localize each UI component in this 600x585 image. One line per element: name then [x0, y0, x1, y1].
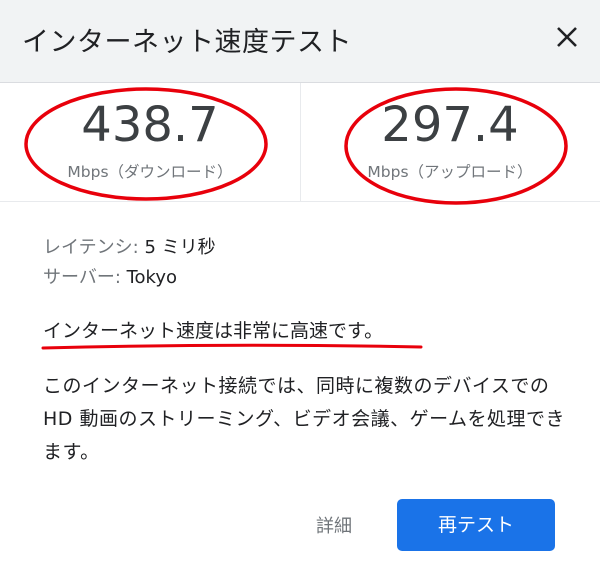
- details-button[interactable]: 詳細: [316, 512, 352, 538]
- latency-row: レイテンシ: 5 ミリ秒: [43, 233, 216, 263]
- latency-value: 5 ミリ秒: [144, 237, 216, 258]
- upload-metric: 297.4 Mbps（アップロード）: [300, 83, 600, 201]
- upload-speed-unit: Mbps（アップロード）: [367, 163, 533, 181]
- download-metric: 438.7 Mbps（ダウンロード）: [0, 83, 300, 201]
- upload-speed-value: 297.4: [381, 97, 519, 153]
- download-speed-unit: Mbps（ダウンロード）: [67, 163, 233, 181]
- test-details: レイテンシ: 5 ミリ秒 サーバー: Tokyo: [43, 233, 216, 293]
- speed-test-dialog: インターネット速度テスト 438.7 Mbps（ダウンロード） 297.4 Mb…: [0, 0, 600, 585]
- latency-label: レイテンシ:: [43, 237, 145, 258]
- retest-button[interactable]: 再テスト: [397, 499, 555, 551]
- dialog-header: インターネット速度テスト: [0, 0, 600, 83]
- speed-verdict: インターネット速度は非常に高速です。: [43, 320, 384, 342]
- server-row: サーバー: Tokyo: [43, 263, 216, 293]
- close-button[interactable]: [552, 22, 582, 52]
- close-icon: [557, 27, 577, 47]
- download-speed-value: 438.7: [81, 97, 219, 153]
- speed-results: 438.7 Mbps（ダウンロード） 297.4 Mbps（アップロード）: [0, 83, 600, 202]
- server-label: サーバー:: [43, 267, 127, 288]
- dialog-title: インターネット速度テスト: [22, 27, 352, 58]
- speed-description: このインターネット接続では、同時に複数のデバイスでの HD 動画のストリーミング…: [43, 375, 566, 463]
- server-value: Tokyo: [126, 267, 178, 288]
